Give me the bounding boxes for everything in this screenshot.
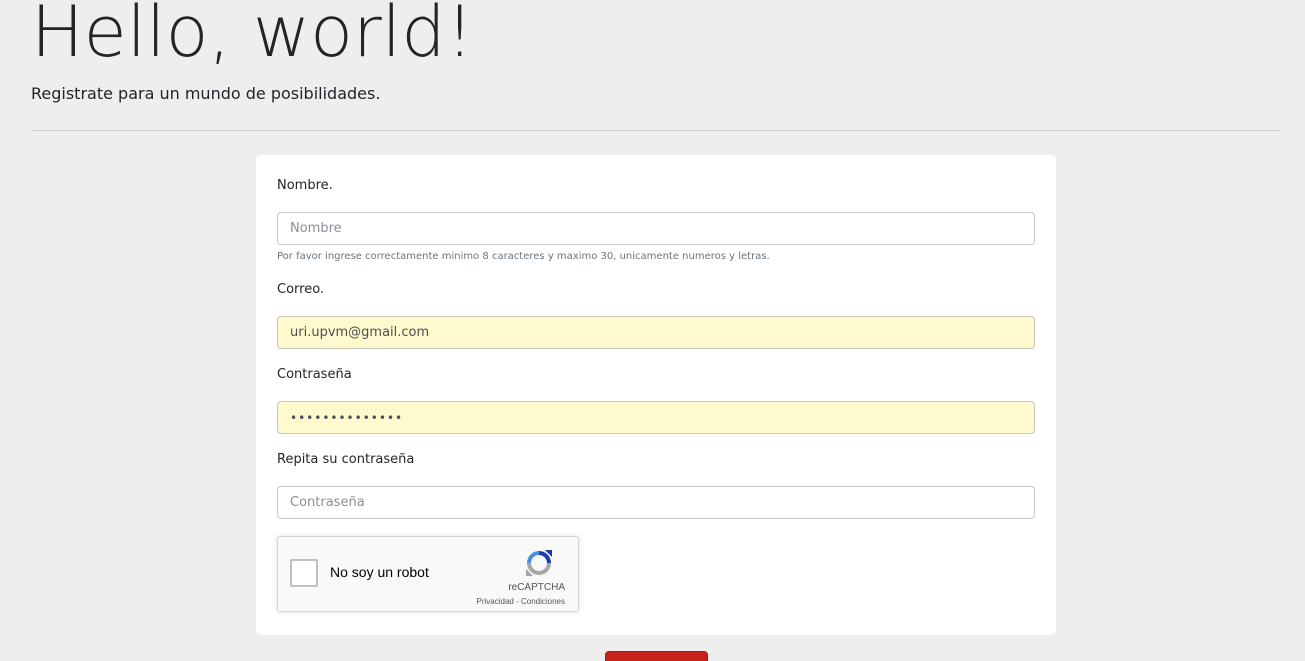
submit-button[interactable] <box>605 651 708 661</box>
nombre-label: Nombre. <box>277 178 333 193</box>
password-input[interactable] <box>277 401 1035 434</box>
nombre-input[interactable] <box>277 212 1035 245</box>
correo-label: Correo. <box>277 282 325 297</box>
recaptcha-privacy-link[interactable]: Privacidad <box>477 597 514 606</box>
recaptcha-logo-icon <box>526 550 552 576</box>
recaptcha-links: Privacidad - Condiciones <box>477 597 566 606</box>
password-repeat-input[interactable] <box>277 486 1035 519</box>
recaptcha-checkbox[interactable] <box>290 559 318 587</box>
recaptcha-widget: No soy un robot reCAPTCHA Privacidad - C… <box>277 536 579 612</box>
email-input[interactable] <box>277 316 1035 349</box>
password-label: Contraseña <box>277 367 352 382</box>
nombre-help-text: Por favor ingrese correctamente minimo 8… <box>277 251 770 262</box>
recaptcha-link-separator: - <box>513 597 521 606</box>
recaptcha-terms-link[interactable]: Condiciones <box>521 597 565 606</box>
page-title: Hello, world! <box>31 0 474 73</box>
recaptcha-brand: reCAPTCHA <box>508 582 565 593</box>
registration-page: Hello, world! Registrate para un mundo d… <box>0 0 1305 661</box>
registration-form: Nombre. Por favor ingrese correctamente … <box>256 155 1056 635</box>
page-subtitle: Registrate para un mundo de posibilidade… <box>31 84 381 103</box>
recaptcha-label: No soy un robot <box>330 564 429 580</box>
hero-divider <box>31 130 1280 131</box>
password-repeat-label: Repita su contraseña <box>277 452 415 467</box>
